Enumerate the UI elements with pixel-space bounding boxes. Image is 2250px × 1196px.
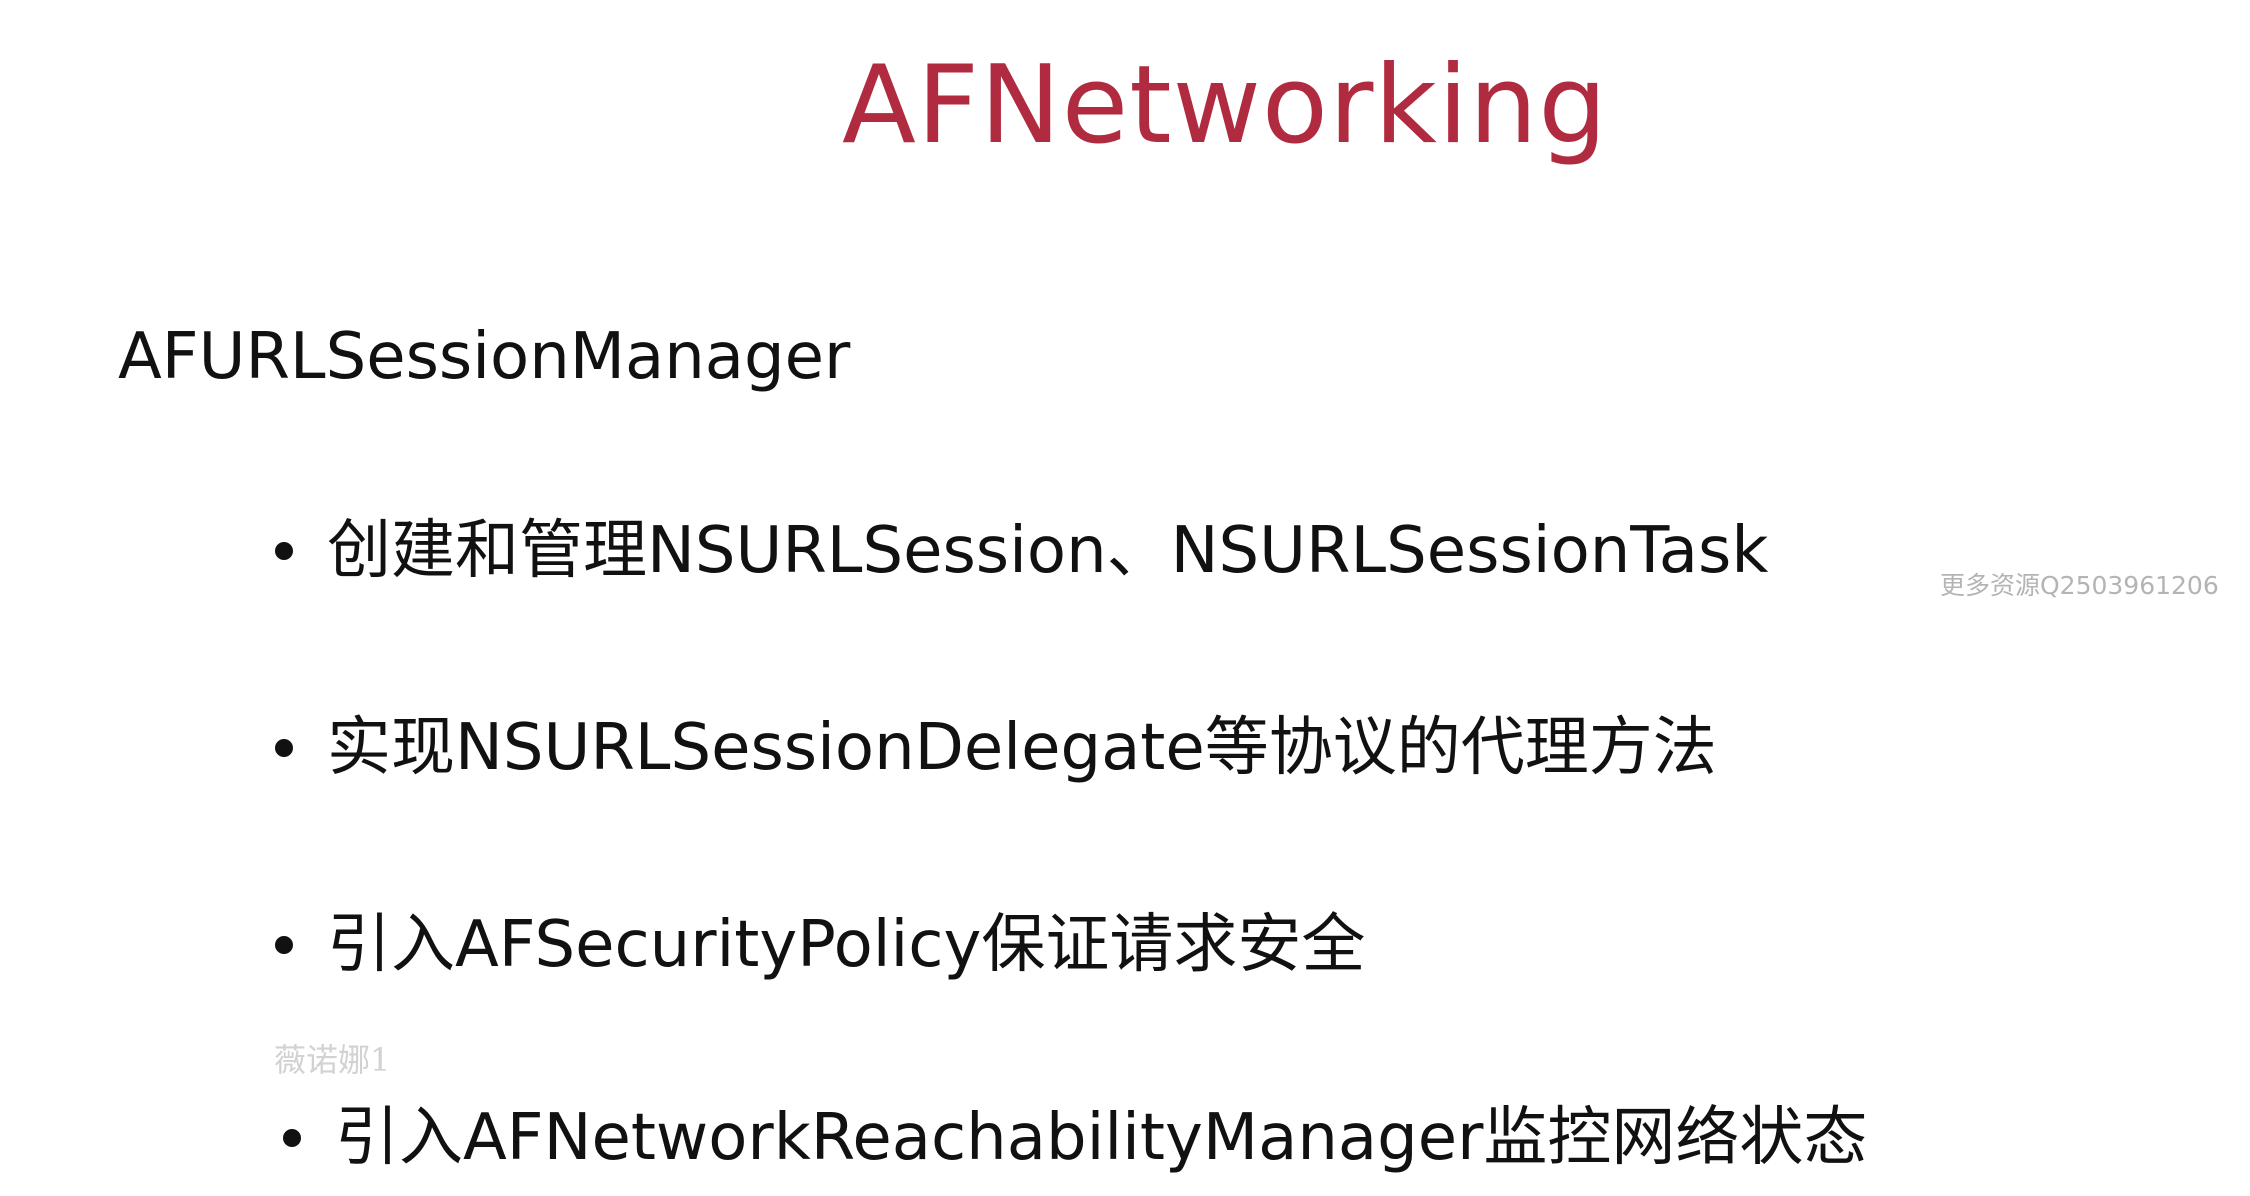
watermark-text: 更多资源Q2503961206 xyxy=(1940,571,2219,600)
bullet-list: 创建和管理NSURLSession、NSURLSessionTask 实现NSU… xyxy=(0,0,2250,1196)
bullet-dot-icon xyxy=(283,1129,301,1147)
bullet-item: 创建和管理NSURLSession、NSURLSessionTask xyxy=(275,503,1768,599)
bullet-text: 引入AFSecurityPolicy保证请求安全 xyxy=(327,908,1366,982)
bullet-dot-icon xyxy=(275,936,293,954)
bullet-text: 实现NSURLSessionDelegate等协议的代理方法 xyxy=(327,711,1717,785)
bullet-text: 引入AFNetworkReachabilityManager监控网络状态 xyxy=(335,1101,1868,1175)
bullet-item: 引入AFNetworkReachabilityManager监控网络状态 xyxy=(283,1090,1867,1186)
bullet-item: 实现NSURLSessionDelegate等协议的代理方法 xyxy=(275,700,1717,796)
watermark-text: 薇诺娜1 xyxy=(274,1041,391,1079)
slide: AFNetworking AFURLSessionManager 创建和管理NS… xyxy=(0,0,2250,1196)
bullet-dot-icon xyxy=(275,739,293,757)
bullet-text: 创建和管理NSURLSession、NSURLSessionTask xyxy=(327,514,1769,588)
bullet-dot-icon xyxy=(275,542,293,560)
bullet-item: 引入AFSecurityPolicy保证请求安全 xyxy=(275,897,1365,993)
